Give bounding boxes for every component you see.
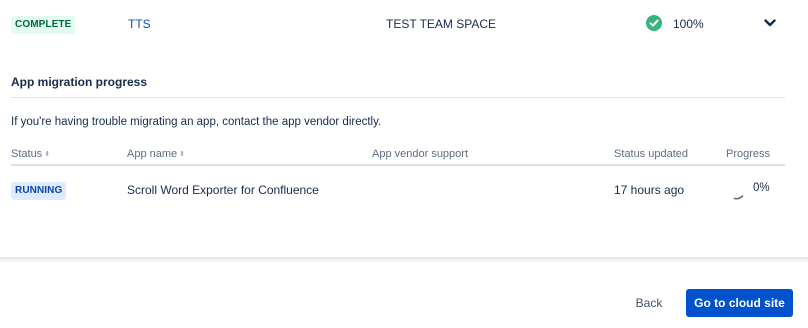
space-name: TEST TEAM SPACE [386,17,497,31]
check-circle-icon [646,15,662,31]
section-title: App migration progress [11,75,148,89]
space-row: COMPLETE TTS TEST TEAM SPACE 100% [0,0,808,46]
column-header-app-name[interactable]: App name ⬍ [127,148,185,160]
space-progress-value: 100% [673,17,704,31]
status-badge-complete: COMPLETE [11,16,76,34]
divider [11,97,785,98]
sort-icon: ⬍ [44,151,51,158]
column-header-app-name-label: App name [127,148,178,160]
app-name-cell: Scroll Word Exporter for Confluence [127,183,319,197]
space-key-link[interactable]: TTS [128,17,151,31]
column-header-status[interactable]: Status ⬍ [11,148,50,160]
back-button[interactable]: Back [626,291,672,315]
status-badge-running: RUNNING [11,182,67,200]
column-header-status-label: Status [11,148,43,160]
chevron-down-icon[interactable] [760,14,780,32]
progress-cell: 0% [753,182,770,194]
sort-icon: ⬍ [179,151,186,158]
go-to-cloud-site-button[interactable]: Go to cloud site [686,289,793,317]
help-text: If you're having trouble migrating an ap… [11,116,382,128]
status-updated-cell: 17 hours ago [614,183,685,197]
column-header-progress: Progress [726,148,771,160]
column-header-vendor-support: App vendor support [372,148,469,160]
column-header-status-updated: Status updated [614,148,689,160]
footer-divider [0,257,808,263]
table-header-divider [11,164,785,166]
spinner-icon [733,195,744,200]
